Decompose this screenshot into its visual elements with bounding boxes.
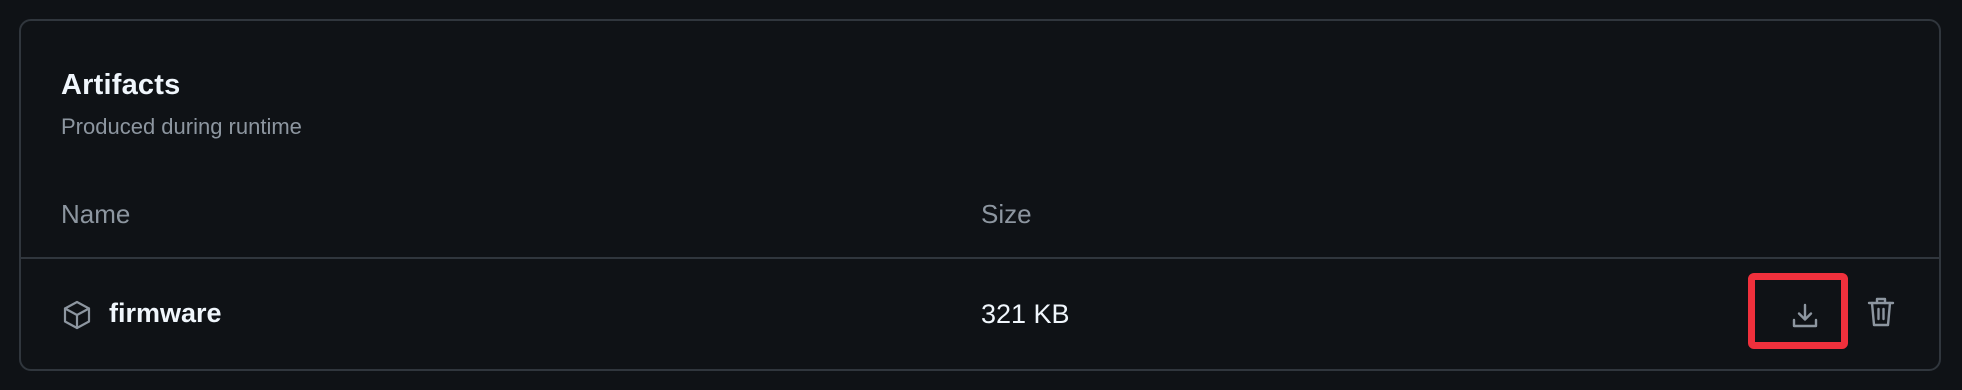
table-row: firmware 321 KB: [21, 259, 1939, 371]
package-icon: [61, 299, 93, 331]
section-subtitle: Produced during runtime: [61, 114, 302, 139]
download-button[interactable]: [1748, 273, 1848, 349]
section-title: Artifacts: [61, 69, 181, 101]
artifacts-panel: Artifacts Produced during runtime Name S…: [19, 19, 1941, 371]
trash-icon: [1867, 297, 1895, 327]
column-header-name: Name: [61, 199, 131, 229]
download-icon: [1792, 303, 1818, 328]
delete-button[interactable]: [1861, 293, 1901, 333]
artifact-size: 321 KB: [981, 299, 1070, 329]
artifact-name-link[interactable]: firmware: [109, 298, 222, 329]
column-header-size: Size: [981, 199, 1032, 229]
